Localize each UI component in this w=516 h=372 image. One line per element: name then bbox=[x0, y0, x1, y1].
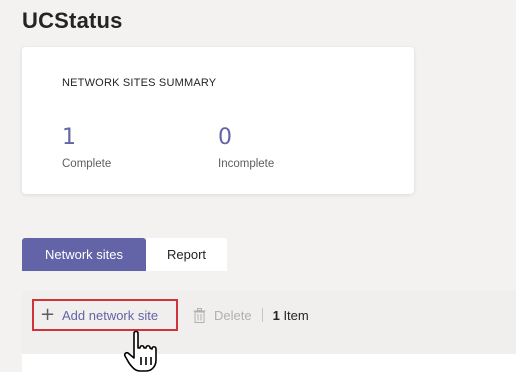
summary-card: NETWORK SITES SUMMARY 1 Complete 0 Incom… bbox=[22, 47, 414, 194]
trash-icon bbox=[193, 307, 206, 323]
stat-complete-label: Complete bbox=[62, 158, 112, 170]
summary-heading: NETWORK SITES SUMMARY bbox=[62, 77, 217, 89]
tab-network-sites[interactable]: Network sites bbox=[22, 238, 146, 271]
stat-incomplete-label: Incomplete bbox=[218, 158, 275, 170]
page-title: UCStatus bbox=[22, 8, 123, 33]
add-network-site-button[interactable]: + Add network site bbox=[32, 299, 178, 331]
tab-bar: Network sites Report bbox=[22, 238, 227, 271]
stat-incomplete: 0 Incomplete bbox=[218, 125, 275, 171]
stat-complete: 1 Complete bbox=[62, 125, 112, 171]
item-count-number: 1 bbox=[272, 307, 280, 323]
delete-button[interactable]: Delete bbox=[214, 308, 252, 323]
tab-report[interactable]: Report bbox=[146, 238, 227, 271]
item-count: 1 Item bbox=[273, 308, 309, 323]
list-area bbox=[22, 354, 516, 372]
add-network-site-label: Add network site bbox=[62, 307, 159, 323]
toolbar-actions: Delete 1 Item bbox=[193, 307, 309, 323]
item-count-suffix: Item bbox=[283, 307, 309, 323]
plus-icon: + bbox=[40, 304, 56, 325]
stat-complete-value: 1 bbox=[62, 125, 76, 150]
toolbar-divider bbox=[261, 308, 263, 322]
hand-cursor-icon bbox=[123, 330, 157, 372]
stat-incomplete-value: 0 bbox=[218, 125, 232, 150]
